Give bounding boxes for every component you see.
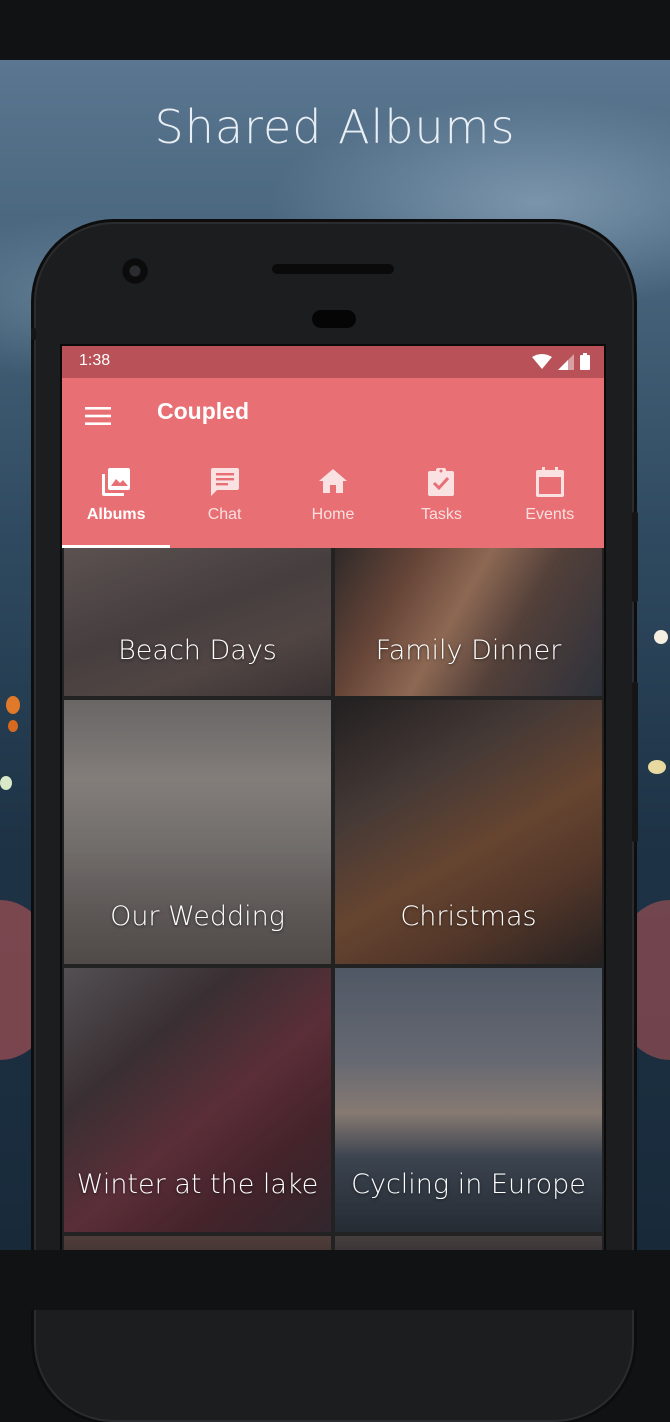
phone-side-button xyxy=(31,328,36,340)
album-tile-partial[interactable] xyxy=(64,1236,331,1250)
tab-label: Tasks xyxy=(420,506,462,523)
album-title: Our Wedding xyxy=(110,901,285,932)
tile-overlay xyxy=(64,548,331,696)
album-tile-winter-at-the-lake[interactable]: Winter at the lake xyxy=(64,968,331,1232)
app-bar: Coupled Albums Chat Home Tasks Events xyxy=(62,378,604,548)
status-bar: 1:38 xyxy=(62,346,604,378)
tab-events[interactable]: Events xyxy=(496,458,604,548)
album-tile-partial[interactable] xyxy=(335,1236,602,1250)
signal-icon xyxy=(558,353,574,374)
tab-label: Home xyxy=(311,506,355,523)
bottom-letterbox xyxy=(0,1250,670,1310)
tab-home[interactable]: Home xyxy=(279,458,387,548)
battery-icon xyxy=(580,353,590,374)
album-tile-our-wedding[interactable]: Our Wedding xyxy=(64,700,331,964)
promo-heading: Shared Albums xyxy=(154,100,516,154)
menu-icon[interactable] xyxy=(82,400,114,432)
tile-overlay xyxy=(335,548,602,696)
app-title: Coupled xyxy=(157,398,249,424)
tab-label: Chat xyxy=(207,506,242,523)
bokeh-light xyxy=(6,696,20,714)
bokeh-light xyxy=(8,720,18,732)
album-tile-beach-days[interactable]: Beach Days xyxy=(64,548,331,696)
album-title: Family Dinner xyxy=(375,635,562,666)
album-title: Winter at the lake xyxy=(76,1169,319,1200)
proximity-sensor xyxy=(312,310,356,328)
tab-albums[interactable]: Albums xyxy=(62,458,170,548)
photo-library-icon xyxy=(102,466,131,498)
album-title: Beach Days xyxy=(118,635,277,666)
front-camera xyxy=(122,258,148,284)
assignment-check-icon xyxy=(428,466,455,498)
album-title: Cycling in Europe xyxy=(351,1169,586,1200)
album-tile-christmas[interactable]: Christmas xyxy=(335,700,602,964)
tab-tasks[interactable]: Tasks xyxy=(387,458,495,548)
phone-volume-button xyxy=(632,682,638,842)
album-title: Christmas xyxy=(400,901,537,932)
bokeh-light xyxy=(0,776,12,790)
tab-chat[interactable]: Chat xyxy=(170,458,278,548)
bokeh-light xyxy=(654,630,668,644)
status-time: 1:38 xyxy=(79,352,111,369)
earpiece-speaker xyxy=(272,264,394,274)
tile-overlay xyxy=(64,1236,331,1250)
calendar-icon xyxy=(535,466,564,498)
bokeh-light xyxy=(648,760,666,774)
chat-icon xyxy=(210,466,239,498)
album-tile-cycling-in-europe[interactable]: Cycling in Europe xyxy=(335,968,602,1232)
app-screen: 1:38 Coupled Albums Chat Home Tasks Even… xyxy=(62,346,604,1250)
status-icons xyxy=(532,353,590,374)
tab-label: Albums xyxy=(86,506,146,523)
tile-overlay xyxy=(335,1236,602,1250)
tab-bar: Albums Chat Home Tasks Events xyxy=(62,458,604,548)
tab-label: Events xyxy=(525,506,575,523)
home-icon xyxy=(319,466,348,498)
phone-power-button xyxy=(632,512,638,602)
wifi-icon xyxy=(532,353,552,374)
album-tile-family-dinner[interactable]: Family Dinner xyxy=(335,548,602,696)
top-letterbox xyxy=(0,0,670,60)
